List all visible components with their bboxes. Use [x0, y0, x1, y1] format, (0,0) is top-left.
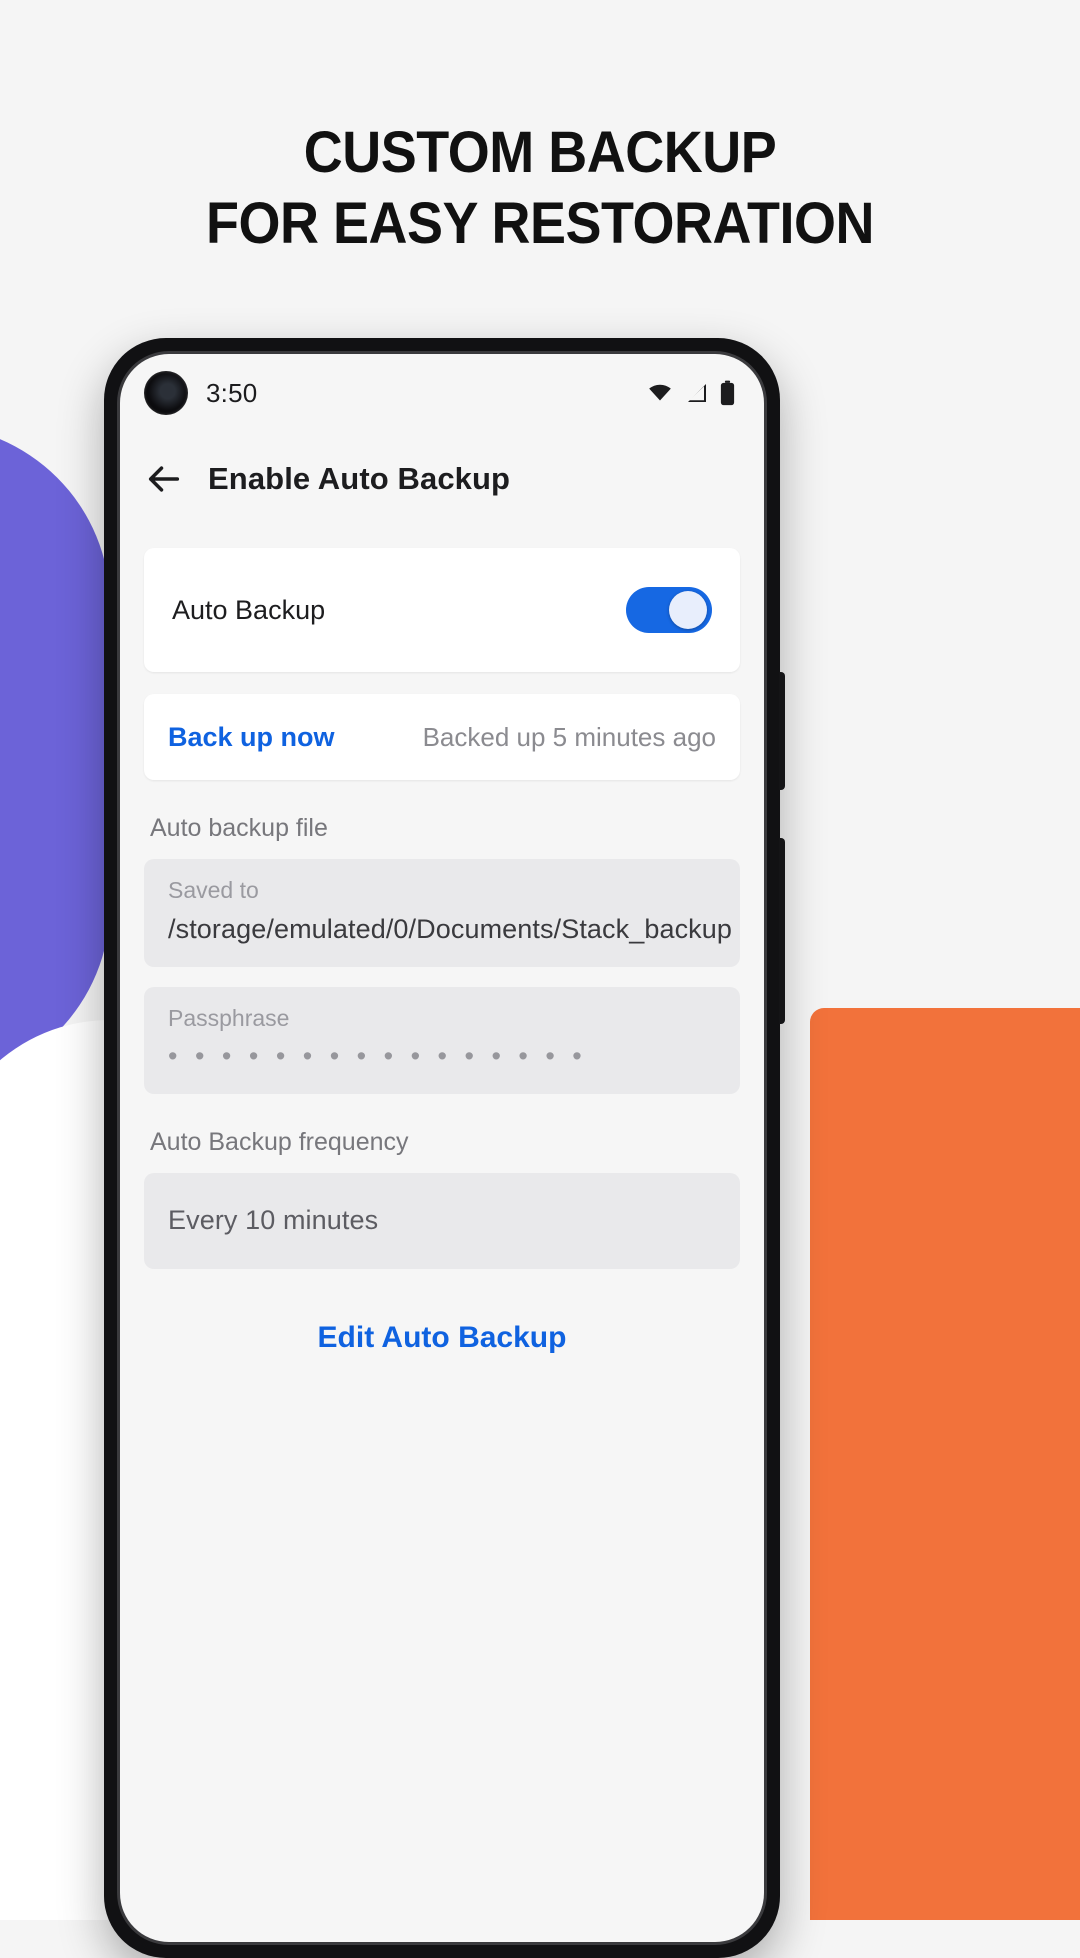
frequency-section-label: Auto Backup frequency [150, 1127, 409, 1156]
status-bar: 3:50 [120, 354, 764, 432]
promo-headline: CUSTOM BACKUP FOR EASY RESTORATION [38, 118, 1042, 260]
status-bar-clock: 3:50 [206, 377, 258, 408]
passphrase-label: Passphrase [168, 1005, 290, 1031]
cellular-signal-icon [683, 381, 711, 405]
last-backup-status: Backed up 5 minutes ago [422, 721, 716, 752]
status-bar-icons [645, 380, 736, 406]
switch-knob [669, 591, 707, 629]
power-button[interactable] [779, 672, 785, 790]
auto-backup-label: Auto Backup [172, 594, 326, 625]
purple-blob-shape [0, 425, 110, 1085]
phone-mockup: 3:50 Enable Auto Backup Auto Backup Back… [104, 338, 785, 1958]
frequency-value: Every 10 minutes [168, 1205, 379, 1236]
orange-blob-shape [810, 1008, 1080, 1920]
headline-line-2: FOR EASY RESTORATION [205, 190, 875, 256]
front-camera-punch-hole [144, 371, 188, 415]
auto-backup-switch[interactable] [626, 587, 712, 633]
page-title: Enable Auto Backup [208, 461, 511, 496]
wifi-icon [645, 381, 675, 405]
phone-screen: 3:50 Enable Auto Backup Auto Backup Back… [120, 354, 764, 1942]
app-bar: Enable Auto Backup [120, 432, 764, 526]
back-up-now-row[interactable]: Back up now Backed up 5 minutes ago [144, 694, 740, 780]
saved-to-label: Saved to [168, 877, 259, 903]
passphrase-field[interactable]: Passphrase • • • • • • • • • • • • • • •… [144, 987, 740, 1094]
auto-backup-file-section-label: Auto backup file [150, 814, 328, 842]
saved-to-value: /storage/emulated/0/Documents/Stack_back… [168, 914, 733, 944]
headline-line-1: CUSTOM BACKUP [303, 120, 777, 185]
back-up-now-button[interactable]: Back up now [168, 722, 335, 753]
edit-auto-backup-button[interactable]: Edit Auto Backup [144, 1321, 740, 1355]
auto-backup-toggle-row[interactable]: Auto Backup [144, 548, 740, 672]
battery-icon [719, 380, 736, 406]
saved-to-field[interactable]: Saved to /storage/emulated/0/Documents/S… [144, 859, 740, 967]
passphrase-value: • • • • • • • • • • • • • • • • [168, 1041, 587, 1071]
back-arrow-icon[interactable] [144, 459, 184, 499]
volume-button[interactable] [779, 838, 785, 1024]
settings-content: Auto Backup Back up now Backed up 5 minu… [120, 526, 764, 1355]
phone-bezel: 3:50 Enable Auto Backup Auto Backup Back… [117, 351, 767, 1945]
frequency-field[interactable]: Every 10 minutes [144, 1172, 740, 1269]
